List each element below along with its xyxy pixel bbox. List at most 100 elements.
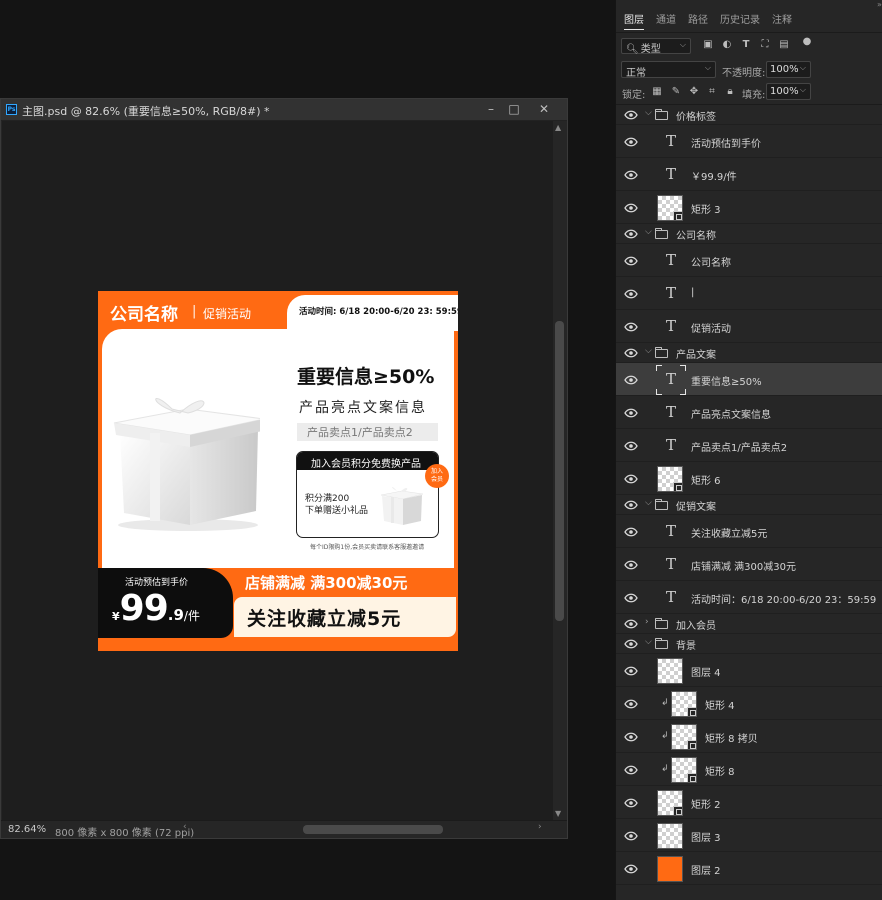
maximize-button[interactable]: □: [503, 101, 525, 119]
eye-icon[interactable]: [624, 864, 638, 874]
eye-icon[interactable]: [624, 831, 638, 841]
layer-row[interactable]: T 活动时间：6/18 20:00-6/20 23：59:59: [616, 581, 882, 614]
eye-icon[interactable]: [624, 322, 638, 332]
layer-name[interactable]: 活动预估到手价: [691, 135, 761, 150]
layer-row[interactable]: T 店铺满减 满300减30元: [616, 548, 882, 581]
eye-icon[interactable]: [624, 170, 638, 180]
double-chevron-icon[interactable]: »: [877, 0, 882, 9]
eye-icon[interactable]: [624, 798, 638, 808]
layer-row[interactable]: T 产品亮点文案信息: [616, 396, 882, 429]
artboard-lock-icon[interactable]: ⌗: [706, 86, 718, 98]
layer-name[interactable]: 矩形 3: [691, 201, 721, 216]
eye-icon[interactable]: [624, 765, 638, 775]
eye-icon[interactable]: [624, 527, 638, 537]
lock-transparent-pixels-icon[interactable]: ▦: [651, 86, 663, 98]
minimize-button[interactable]: –: [480, 101, 502, 119]
tab-history[interactable]: 历史记录: [720, 11, 760, 26]
chevron-down-icon[interactable]: ⌵: [645, 637, 652, 647]
layer-thumbnail[interactable]: [657, 657, 683, 684]
eye-icon[interactable]: [624, 639, 638, 649]
layer-name[interactable]: 图层 2: [691, 862, 721, 877]
eye-icon[interactable]: [624, 500, 638, 510]
chevron-down-icon[interactable]: ⌵: [645, 498, 652, 508]
vertical-scrollbar[interactable]: ▲ ▼: [553, 121, 567, 820]
layer-name[interactable]: 产品卖点1/产品卖点2: [691, 439, 787, 454]
layer-row[interactable]: 矩形 6: [616, 462, 882, 495]
tab-notes[interactable]: 注释: [772, 11, 792, 26]
layer-name[interactable]: 产品亮点文案信息: [691, 406, 771, 421]
layer-row[interactable]: 矩形 3: [616, 191, 882, 224]
eye-icon[interactable]: [624, 441, 638, 451]
eye-icon[interactable]: [624, 560, 638, 570]
tab-channels[interactable]: 通道: [656, 11, 676, 26]
lock-position-icon[interactable]: ✥: [688, 86, 700, 98]
lock-all-icon[interactable]: 🔒︎: [724, 86, 736, 98]
document-size-info[interactable]: 800 像素 x 800 像素 (72 ppi): [55, 824, 194, 839]
filter-toggle-icon[interactable]: ●: [801, 36, 813, 48]
layer-name[interactable]: 加入会员: [676, 617, 716, 632]
layer-group-row[interactable]: ⌵ 背景: [616, 634, 882, 654]
adjustment-filter-icon[interactable]: ◐: [721, 39, 733, 51]
eye-icon[interactable]: [624, 256, 638, 266]
horizontal-scroll-thumb[interactable]: [303, 825, 443, 834]
text-filter-icon[interactable]: T: [740, 39, 752, 51]
chevron-down-icon[interactable]: ⌵: [645, 227, 652, 237]
layer-thumbnail[interactable]: [657, 194, 683, 221]
eye-icon[interactable]: [624, 619, 638, 629]
image-filter-icon[interactable]: ▣: [702, 39, 714, 51]
layer-name[interactable]: 店铺满减 满300减30元: [691, 558, 796, 573]
layer-name[interactable]: 矩形 4: [705, 697, 735, 712]
eye-icon[interactable]: [624, 732, 638, 742]
layer-thumbnail[interactable]: [671, 690, 697, 717]
layer-thumbnail[interactable]: [657, 465, 683, 492]
layer-name[interactable]: 背景: [676, 637, 696, 652]
layer-thumbnail[interactable]: [671, 756, 697, 783]
chevron-right-icon[interactable]: ›: [645, 617, 649, 627]
layer-name[interactable]: 促销文案: [676, 498, 716, 513]
layer-name[interactable]: 价格标签: [676, 108, 716, 123]
close-button[interactable]: ✕: [533, 101, 555, 119]
fill-input[interactable]: 100% ⌵: [766, 83, 811, 100]
blend-mode-select[interactable]: 正常 ⌵: [621, 61, 716, 79]
layer-row[interactable]: T 活动预估到手价: [616, 125, 882, 158]
chevron-down-icon[interactable]: ⌵: [645, 346, 652, 356]
eye-icon[interactable]: [624, 375, 638, 385]
layer-group-row[interactable]: ⌵ 价格标签: [616, 105, 882, 125]
layer-row[interactable]: T 关注收藏立减5元: [616, 515, 882, 548]
layer-name[interactable]: 矩形 2: [691, 796, 721, 811]
layer-name[interactable]: 图层 3: [691, 829, 721, 844]
layer-row[interactable]: T 公司名称: [616, 244, 882, 277]
layer-group-row[interactable]: ⌵ 促销文案: [616, 495, 882, 515]
layer-row[interactable]: T 促销活动: [616, 310, 882, 343]
layer-row[interactable]: 图层 4: [616, 654, 882, 687]
layer-name[interactable]: 矩形 8 拷贝: [705, 730, 758, 745]
layer-row[interactable]: 图层 3: [616, 819, 882, 852]
eye-icon[interactable]: [624, 699, 638, 709]
eye-icon[interactable]: [624, 348, 638, 358]
layer-thumbnail[interactable]: [671, 723, 697, 750]
layer-row[interactable]: T |: [616, 277, 882, 310]
layer-name[interactable]: 重要信息≥50%: [691, 373, 762, 388]
scroll-right-icon[interactable]: ›: [538, 822, 542, 832]
layer-row[interactable]: T 产品卖点1/产品卖点2: [616, 429, 882, 462]
tab-layers[interactable]: 图层: [624, 11, 644, 30]
eye-icon[interactable]: [624, 593, 638, 603]
eye-icon[interactable]: [624, 666, 638, 676]
layer-name[interactable]: 公司名称: [676, 227, 716, 242]
layer-name[interactable]: 矩形 8: [705, 763, 735, 778]
scroll-up-icon[interactable]: ▲: [555, 123, 561, 132]
shape-filter-icon[interactable]: ⛶: [759, 39, 771, 51]
layer-row[interactable]: ↲ 矩形 8: [616, 753, 882, 786]
layer-row[interactable]: T 重要信息≥50%: [616, 363, 882, 396]
eye-icon[interactable]: [624, 137, 638, 147]
layer-group-row[interactable]: › 加入会员: [616, 614, 882, 634]
layer-row[interactable]: 矩形 2: [616, 786, 882, 819]
layer-name[interactable]: 产品文案: [676, 346, 716, 361]
layer-group-row[interactable]: ⌵ 公司名称: [616, 224, 882, 244]
lock-image-pixels-icon[interactable]: ✎: [670, 86, 682, 98]
layer-name[interactable]: 关注收藏立减5元: [691, 525, 767, 540]
filter-type-select[interactable]: 🔍︎ 类型 ⌵: [621, 38, 691, 55]
layer-thumbnail[interactable]: [657, 855, 683, 882]
layer-row[interactable]: T ￥99.9/件: [616, 158, 882, 191]
design-artwork[interactable]: 公司名称 | 促销活动 活动时间: 6/18 20:00-6/20 23: 59…: [98, 291, 458, 651]
